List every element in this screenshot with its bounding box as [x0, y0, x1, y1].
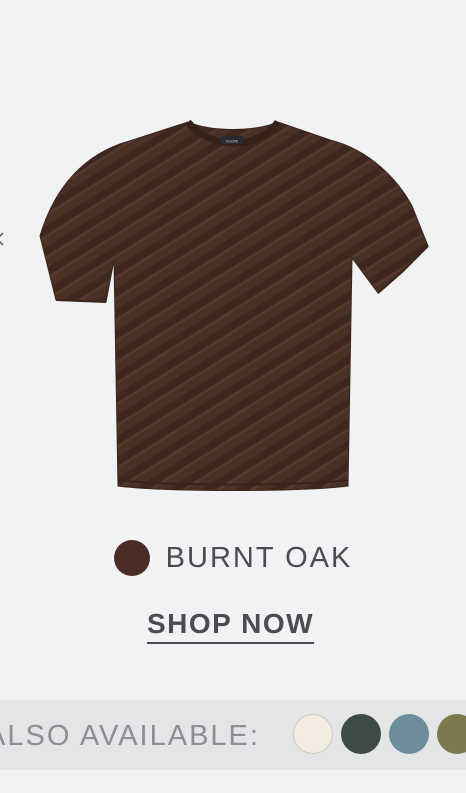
selected-color-swatch — [113, 540, 150, 576]
chevron-left-icon[interactable] — [0, 232, 4, 246]
color-name: BURNT OAK — [165, 541, 353, 574]
bottom-spacer — [0, 770, 466, 793]
cream-swatch[interactable] — [293, 714, 333, 754]
slate-blue-swatch[interactable] — [389, 714, 429, 754]
also-available-bar: ALSO AVAILABLE: — [0, 700, 466, 770]
neck-label-text: VUORI — [226, 139, 239, 144]
olive-swatch[interactable] — [437, 714, 466, 754]
also-available-label: ALSO AVAILABLE: — [0, 720, 260, 752]
selected-color: BURNT OAK — [0, 538, 466, 578]
product-image[interactable]: VUORI — [0, 0, 466, 520]
tshirt-shape — [39, 121, 429, 491]
shop-now-link[interactable]: SHOP NOW — [147, 608, 315, 644]
dark-green-swatch[interactable] — [341, 714, 381, 754]
product-card: VUORI BURNT OAK SHOP NOW ALSO AVAILABLE: — [0, 0, 466, 793]
